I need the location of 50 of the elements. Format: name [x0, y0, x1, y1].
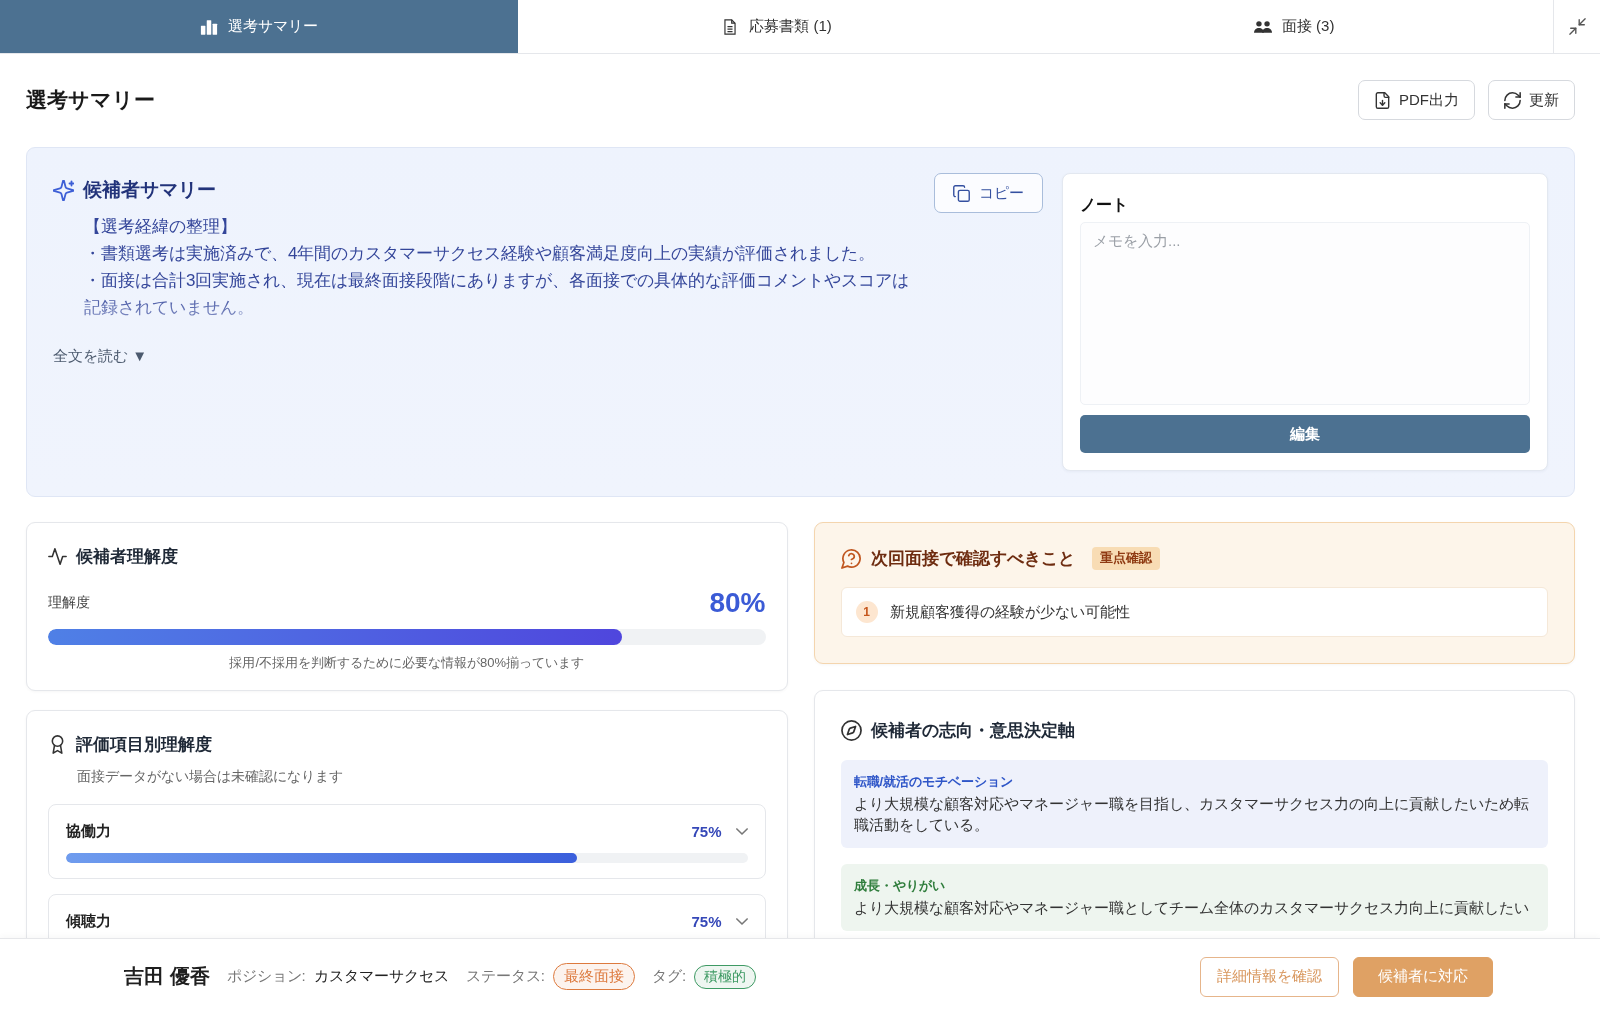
bar-chart-icon: [199, 18, 218, 35]
criteria-item[interactable]: 協働力 75%: [48, 804, 766, 879]
priority-badge: 重点確認: [1091, 547, 1160, 570]
refresh-icon: [1504, 91, 1521, 109]
card-title: 候補者の志向・意思決定軸: [870, 720, 1075, 742]
summary-line: 【選考経緯の整理】: [84, 216, 238, 238]
page-title: 選考サマリー: [26, 87, 155, 113]
edit-button[interactable]: 編集: [1080, 415, 1530, 453]
orientation-text: より大規模な顧客対応やマネージャー職としてチーム全体のカスタマーサクセス力向上に貢献したい: [853, 898, 1530, 918]
status-badge: 最終面接: [552, 963, 635, 990]
field-label: ステータス:: [465, 967, 545, 986]
question-text: 新規顧客獲得の経験が少ない可能性: [889, 602, 1130, 622]
summary-title: 候補者サマリー: [83, 178, 216, 202]
orientation-label: 成長・やりがい: [853, 877, 946, 894]
card-subtitle: 面接データがない場合は未確認になります: [77, 768, 344, 786]
pulse-icon: [48, 547, 67, 566]
progress-caption: 採用/不採用を判断するために必要な情報が80%揃っています: [228, 654, 586, 672]
metric-value: 80%: [709, 587, 766, 619]
card-title: 次回面接で確認すべきこと: [870, 548, 1075, 570]
field-value: カスタマーサクセス: [313, 967, 449, 986]
card-title: 評価項目別理解度: [76, 734, 212, 756]
sparkles-icon: [53, 179, 74, 201]
summary-line: ・面接は合計3回実施され、現在は最終面接段階にありますが、各面接での具体的な評価コメントやスコアは記録されていません。: [84, 270, 911, 319]
criteria-name: 傾聴力: [66, 912, 112, 931]
item-number: 1: [855, 601, 878, 623]
tab[interactable]: 選考サマリー: [0, 0, 518, 53]
read-more-link[interactable]: 全文を読む ▼: [53, 347, 147, 366]
field-label: ポジション:: [226, 967, 306, 986]
copy-button[interactable]: コピー: [934, 173, 1043, 213]
file-download-icon: [1374, 91, 1391, 109]
criteria-value: 75%: [691, 913, 722, 930]
summary-line: ・書類選考は実施済みで、4年間のカスタマーサクセス経験や顧客満足度向上の実績が評価されました。: [84, 243, 877, 265]
criteria-name: 協働力: [66, 822, 112, 841]
pdf-export-button[interactable]: PDF出力: [1358, 80, 1475, 120]
metric-label: 理解度: [48, 594, 90, 612]
copy-icon: [953, 184, 970, 202]
criteria-value: 75%: [691, 823, 722, 840]
question-bubble-icon: [840, 548, 862, 569]
orientation-text: より大規模な顧客対応やマネージャー職を目指し、カスタマーサクセス力の向上に貢献したいため転職活動をしている。: [853, 794, 1530, 835]
collapse-icon: [1568, 18, 1586, 35]
compass-icon: [840, 720, 862, 741]
candidate-name: 吉田 優香: [124, 964, 210, 989]
orientation-label: 転職/就活のモチベーション: [853, 773, 1015, 790]
memo-field[interactable]: メモを入力...: [1080, 222, 1530, 405]
tag-badge: 積極的: [694, 964, 757, 989]
note-title: ノート: [1080, 195, 1129, 215]
refresh-button[interactable]: 更新: [1488, 80, 1575, 120]
field-label: タグ:: [651, 967, 687, 986]
people-icon: [1253, 18, 1272, 35]
card-title: 候補者理解度: [76, 546, 178, 568]
